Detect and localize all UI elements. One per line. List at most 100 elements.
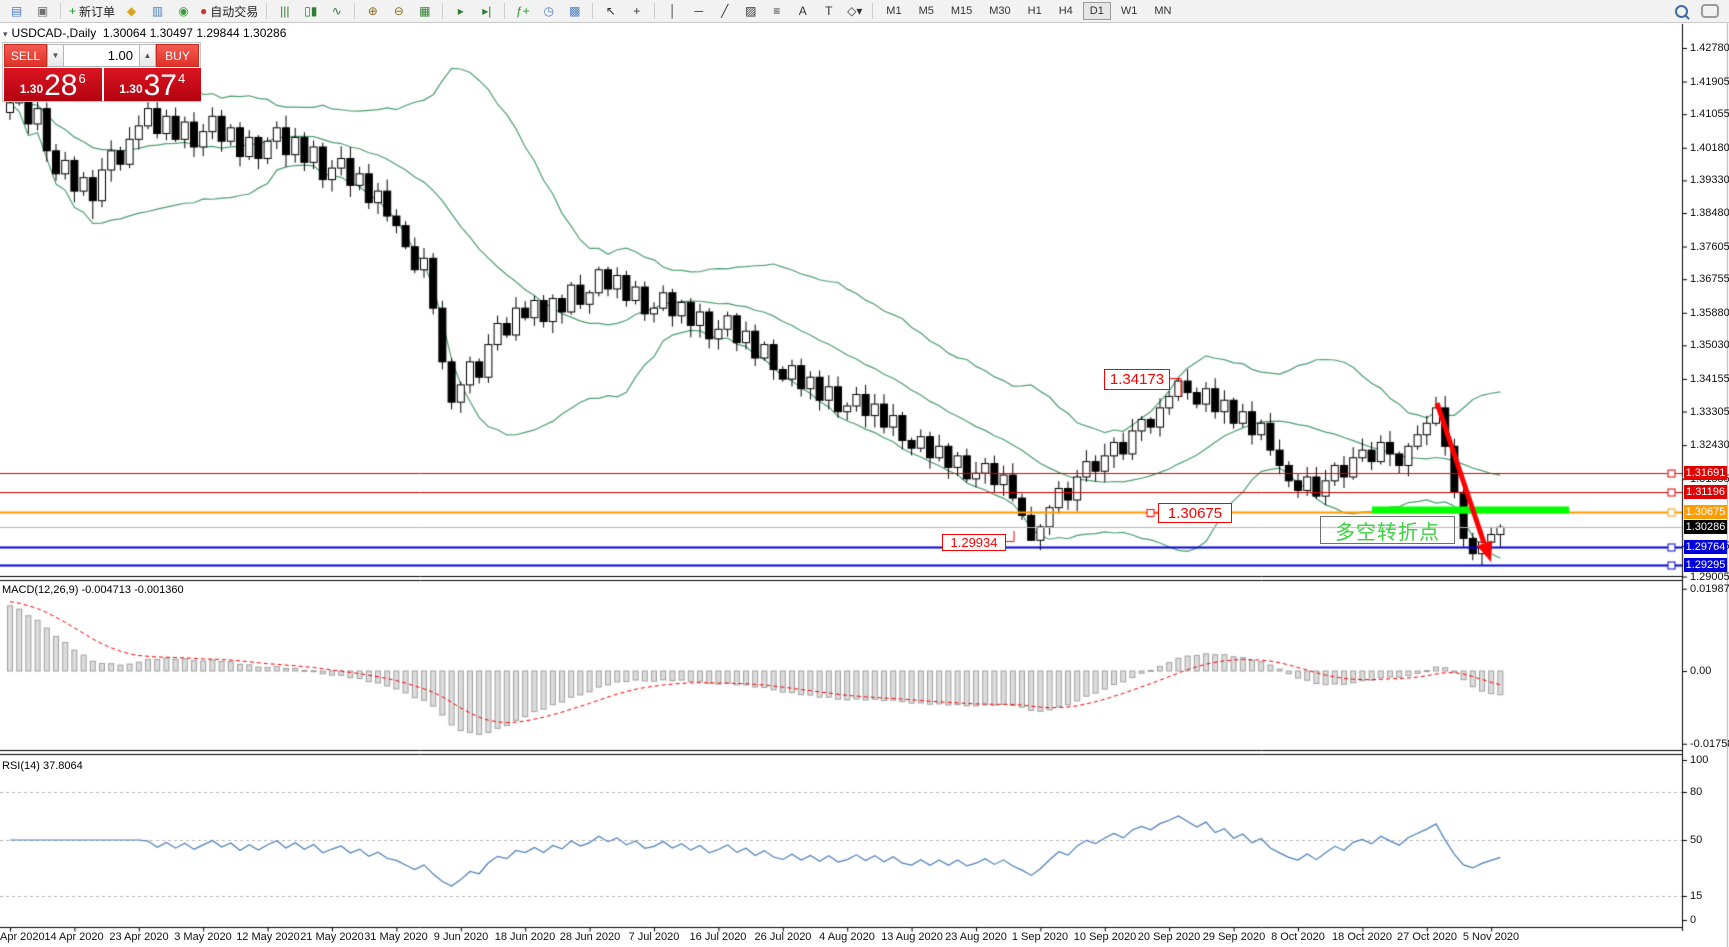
chart-area[interactable] (0, 0, 1729, 947)
buy-price-prefix: 1.30 (119, 82, 142, 96)
chart-menu-icon[interactable]: ▾ (3, 29, 8, 39)
crosshair-icon[interactable]: + (624, 2, 649, 21)
horizontal-line-icon: ─ (695, 2, 704, 21)
text-icon: A (799, 2, 807, 21)
vertical-line-icon[interactable]: │ (660, 2, 685, 21)
price-level-label: 1.31691 (1684, 466, 1727, 480)
rsi-scale-label: 15 (1690, 890, 1702, 902)
navigator-icon[interactable]: ◉ (171, 2, 196, 21)
sell-button[interactable]: SELL (4, 44, 47, 67)
timeframe-m1[interactable]: M1 (879, 2, 908, 20)
bar-chart-icon[interactable]: ||| (272, 2, 297, 21)
chart-shift-icon: ▸| (482, 2, 491, 21)
toolbar-separator (266, 3, 267, 19)
rsi-scale-label: 0 (1690, 914, 1696, 926)
indicators-icon[interactable]: ƒ+ (510, 2, 535, 21)
volume-decrease-button[interactable]: ▼ (47, 44, 64, 67)
chart-shift-icon[interactable]: ▸| (474, 2, 499, 21)
chart-window-icon: ▤ (11, 2, 22, 21)
profiles-icon[interactable]: ▣ (30, 2, 55, 21)
sell-price-display[interactable]: 1.30 28 6 (4, 68, 102, 101)
arrows-icon[interactable]: ◇▾ (842, 2, 867, 21)
auto-scroll-icon[interactable]: ▸ (448, 2, 473, 21)
price-axis-tick: 1.39330 (1690, 174, 1729, 186)
zoom-in-icon[interactable]: ⊕ (360, 2, 385, 21)
timeframe-h1[interactable]: H1 (1021, 2, 1049, 20)
price-axis-tick: 1.32430 (1690, 439, 1729, 451)
new-order-button[interactable]: +新订单 (66, 2, 118, 21)
price-axis-tick: 1.37605 (1690, 241, 1729, 253)
sell-price-big: 28 (44, 72, 77, 100)
chat-icon[interactable] (1701, 4, 1719, 18)
buy-price-display[interactable]: 1.30 37 4 (104, 68, 202, 101)
price-axis-tick: 1.41905 (1690, 76, 1729, 88)
marketwatch-icon[interactable]: ◆ (119, 2, 144, 21)
horizontal-line-icon[interactable]: ─ (686, 2, 711, 21)
new-order-button: + (69, 2, 76, 21)
mt4-window: ▤▣+新订单◆▥◉●自动交易|||▯▮∿⊕⊖▦▸▸|ƒ+◷▩↖+│─╱▨≡AT◇… (0, 0, 1729, 947)
search-icon[interactable] (1675, 5, 1688, 18)
toolbar-separator (60, 3, 61, 19)
price-axis-tick: 1.42780 (1690, 42, 1729, 54)
timeframe-w1[interactable]: W1 (1114, 2, 1145, 20)
autotrading-button[interactable]: ●自动交易 (197, 2, 261, 21)
zoom-out-icon: ⊖ (394, 2, 404, 21)
timeframe-m15[interactable]: M15 (944, 2, 979, 20)
text-label-icon[interactable]: T (816, 2, 841, 21)
buy-price-pip: 4 (178, 71, 185, 86)
candlestick-chart-icon: ▯▮ (304, 2, 317, 21)
candlestick-chart-icon[interactable]: ▯▮ (298, 2, 323, 21)
equidistant-channel-icon[interactable]: ▨ (738, 2, 763, 21)
text-icon[interactable]: A (790, 2, 815, 21)
low-price-callout[interactable]: 1.29934 (942, 534, 1006, 551)
trade-prices-row: 1.30 28 6 1.30 37 4 (4, 68, 201, 101)
volume-input[interactable] (64, 44, 139, 67)
macd-indicator-label: MACD(12,26,9) -0.004713 -0.001360 (2, 584, 184, 596)
sell-price-prefix: 1.30 (20, 82, 43, 96)
vertical-line-icon: │ (669, 2, 677, 21)
rsi-scale-label: 50 (1690, 834, 1702, 846)
bar-chart-icon: ||| (280, 2, 289, 21)
volume-increase-button[interactable]: ▲ (139, 44, 156, 67)
cursor-icon[interactable]: ↖ (598, 2, 623, 21)
templates-icon[interactable]: ▩ (562, 2, 587, 21)
time-axis-label: 5 Nov 2020 (1452, 931, 1530, 943)
timeframe-m5[interactable]: M5 (912, 2, 941, 20)
macd-scale-label: 0.00 (1690, 665, 1711, 677)
periods-icon[interactable]: ◷ (536, 2, 561, 21)
line-chart-icon[interactable]: ∿ (324, 2, 349, 21)
trendline-icon[interactable]: ╱ (712, 2, 737, 21)
chart-symbol-period: USDCAD-,Daily (12, 26, 97, 40)
new-order-button-label: 新订单 (79, 3, 115, 20)
tile-windows-icon[interactable]: ▦ (412, 2, 437, 21)
timeframe-h4[interactable]: H4 (1052, 2, 1080, 20)
rsi-indicator-label: RSI(14) 37.8064 (2, 760, 83, 772)
toolbar-separator (654, 3, 655, 19)
price-level-label: 1.29295 (1684, 558, 1727, 572)
peak-price-callout[interactable]: 1.34173 (1104, 369, 1170, 390)
zoom-out-icon[interactable]: ⊖ (386, 2, 411, 21)
timeframe-mn[interactable]: MN (1147, 2, 1178, 20)
bull-bear-turning-point-note[interactable]: 多空转折点 (1320, 516, 1455, 544)
buy-button[interactable]: BUY (156, 44, 199, 67)
toolbar-separator (592, 3, 593, 19)
fibonacci-icon[interactable]: ≡ (764, 2, 789, 21)
navigator-icon: ◉ (178, 2, 188, 21)
buy-price-big: 37 (144, 72, 177, 100)
price-axis-tick: 1.29005 (1690, 571, 1729, 583)
chart-window-icon[interactable]: ▤ (4, 2, 29, 21)
main-toolbar: ▤▣+新订单◆▥◉●自动交易|||▯▮∿⊕⊖▦▸▸|ƒ+◷▩↖+│─╱▨≡AT◇… (0, 0, 1729, 23)
equidistant-channel-icon: ▨ (745, 2, 756, 21)
toolbar-separator (354, 3, 355, 19)
support-level-callout[interactable]: 1.30675 (1158, 503, 1232, 523)
crosshair-icon: + (633, 2, 640, 21)
timeframe-m30[interactable]: M30 (982, 2, 1017, 20)
data-window-icon[interactable]: ▥ (145, 2, 170, 21)
autotrading-button: ● (200, 2, 207, 21)
trendline-icon: ╱ (721, 2, 728, 21)
price-level-label: 1.30286 (1684, 520, 1727, 534)
price-axis-tick: 1.36755 (1690, 273, 1729, 285)
arrows-icon: ◇▾ (847, 2, 862, 21)
timeframe-d1[interactable]: D1 (1083, 2, 1111, 20)
price-axis-tick: 1.41055 (1690, 108, 1729, 120)
